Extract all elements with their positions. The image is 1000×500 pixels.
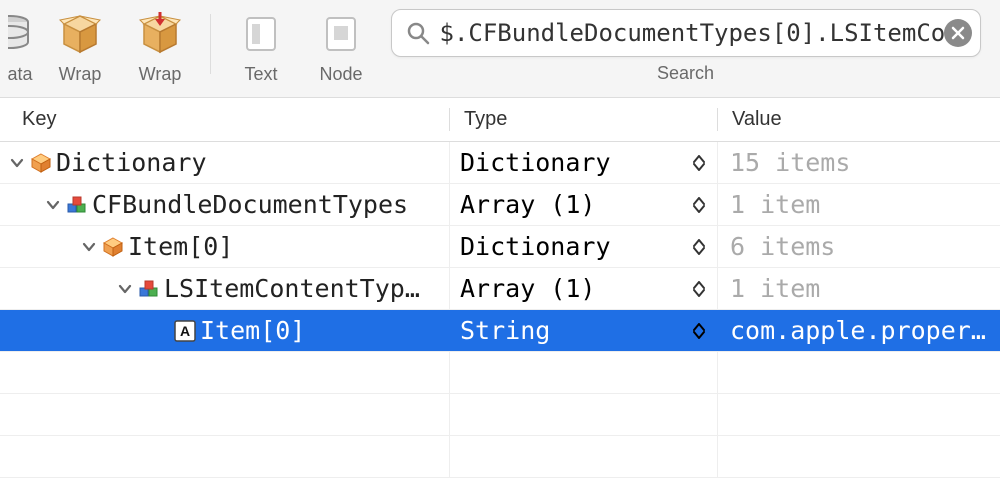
blocks-icon (134, 277, 164, 301)
search-label: Search (657, 63, 714, 84)
row-key-label: Item[0] (128, 232, 233, 261)
toolbar-label: Node (319, 64, 362, 85)
toolbar-label: Wrap (139, 64, 182, 85)
box-orange-icon (98, 235, 128, 259)
table-row[interactable]: CFBundleDocumentTypes Array (1) 1 item (0, 184, 1000, 226)
row-type-label: Dictionary (460, 148, 611, 177)
disclosure-icon[interactable] (80, 240, 98, 254)
toolbar-label: Wrap (59, 64, 102, 85)
header-key[interactable]: Key (0, 108, 450, 131)
toolbar: ata Wrap (0, 0, 1000, 98)
type-stepper-icon[interactable] (693, 239, 705, 255)
row-value-label: 6 items (718, 232, 1000, 261)
search-icon (406, 21, 430, 45)
row-value-label: 1 item (718, 274, 1000, 303)
row-key-label: LSItemContentTyp… (164, 274, 420, 303)
row-value-label: 1 item (718, 190, 1000, 219)
row-type-label: Array (1) (460, 274, 595, 303)
toolbar-middle-group: Text Node (221, 6, 381, 96)
disclosure-icon[interactable] (116, 282, 134, 296)
row-value-label: 15 items (718, 148, 1000, 177)
empty-row (0, 436, 1000, 478)
box-orange-icon (26, 151, 56, 175)
row-type-label: String (460, 316, 550, 345)
box-open-icon (56, 10, 104, 58)
row-key-label: CFBundleDocumentTypes (92, 190, 408, 219)
search-wrap: Search (381, 6, 1000, 84)
table-row[interactable]: Dictionary Dictionary 15 items (0, 142, 1000, 184)
type-stepper-icon[interactable] (693, 281, 705, 297)
blocks-icon (62, 193, 92, 217)
type-stepper-icon[interactable] (693, 197, 705, 213)
toolbar-item-text[interactable]: Text (221, 6, 301, 96)
toolbar-item-data[interactable]: ata (0, 6, 40, 96)
tree-rows: Dictionary Dictionary 15 items CFBundleDocu… (0, 142, 1000, 478)
search-input[interactable] (440, 19, 944, 47)
table-row[interactable]: Item[0] Dictionary 6 items (0, 226, 1000, 268)
toolbar-item-wrap-into[interactable]: Wrap (120, 6, 200, 96)
type-stepper-icon[interactable] (693, 155, 705, 171)
toolbar-label: Text (244, 64, 277, 85)
header-type[interactable]: Type (450, 108, 718, 131)
header-value[interactable]: Value (718, 108, 1000, 131)
box-open-arrow-icon (136, 10, 184, 58)
type-stepper-icon[interactable] (693, 323, 705, 339)
database-icon (8, 10, 32, 58)
string-icon: A (170, 320, 200, 342)
disclosure-icon[interactable] (8, 156, 26, 170)
row-type-label: Dictionary (460, 232, 611, 261)
column-headers: Key Type Value (0, 98, 1000, 142)
toolbar-divider (210, 14, 211, 74)
row-value-label: com.apple.proper… (718, 316, 1000, 345)
table-row[interactable]: LSItemContentTyp… Array (1) 1 item (0, 268, 1000, 310)
table-row[interactable]: A Item[0] String com.apple.proper… (0, 310, 1000, 352)
row-type-label: Array (1) (460, 190, 595, 219)
toolbar-left-group: ata Wrap (0, 6, 200, 96)
empty-row (0, 352, 1000, 394)
clear-search-icon[interactable] (944, 19, 972, 47)
node-page-icon (317, 10, 365, 58)
search-box[interactable] (391, 9, 981, 57)
toolbar-label: ata (7, 64, 32, 85)
toolbar-item-node[interactable]: Node (301, 6, 381, 96)
toolbar-item-wrap[interactable]: Wrap (40, 6, 120, 96)
empty-row (0, 394, 1000, 436)
svg-text:A: A (180, 323, 190, 339)
row-key-label: Dictionary (56, 148, 207, 177)
row-key-label: Item[0] (200, 316, 305, 345)
text-page-icon (237, 10, 285, 58)
disclosure-icon[interactable] (44, 198, 62, 212)
